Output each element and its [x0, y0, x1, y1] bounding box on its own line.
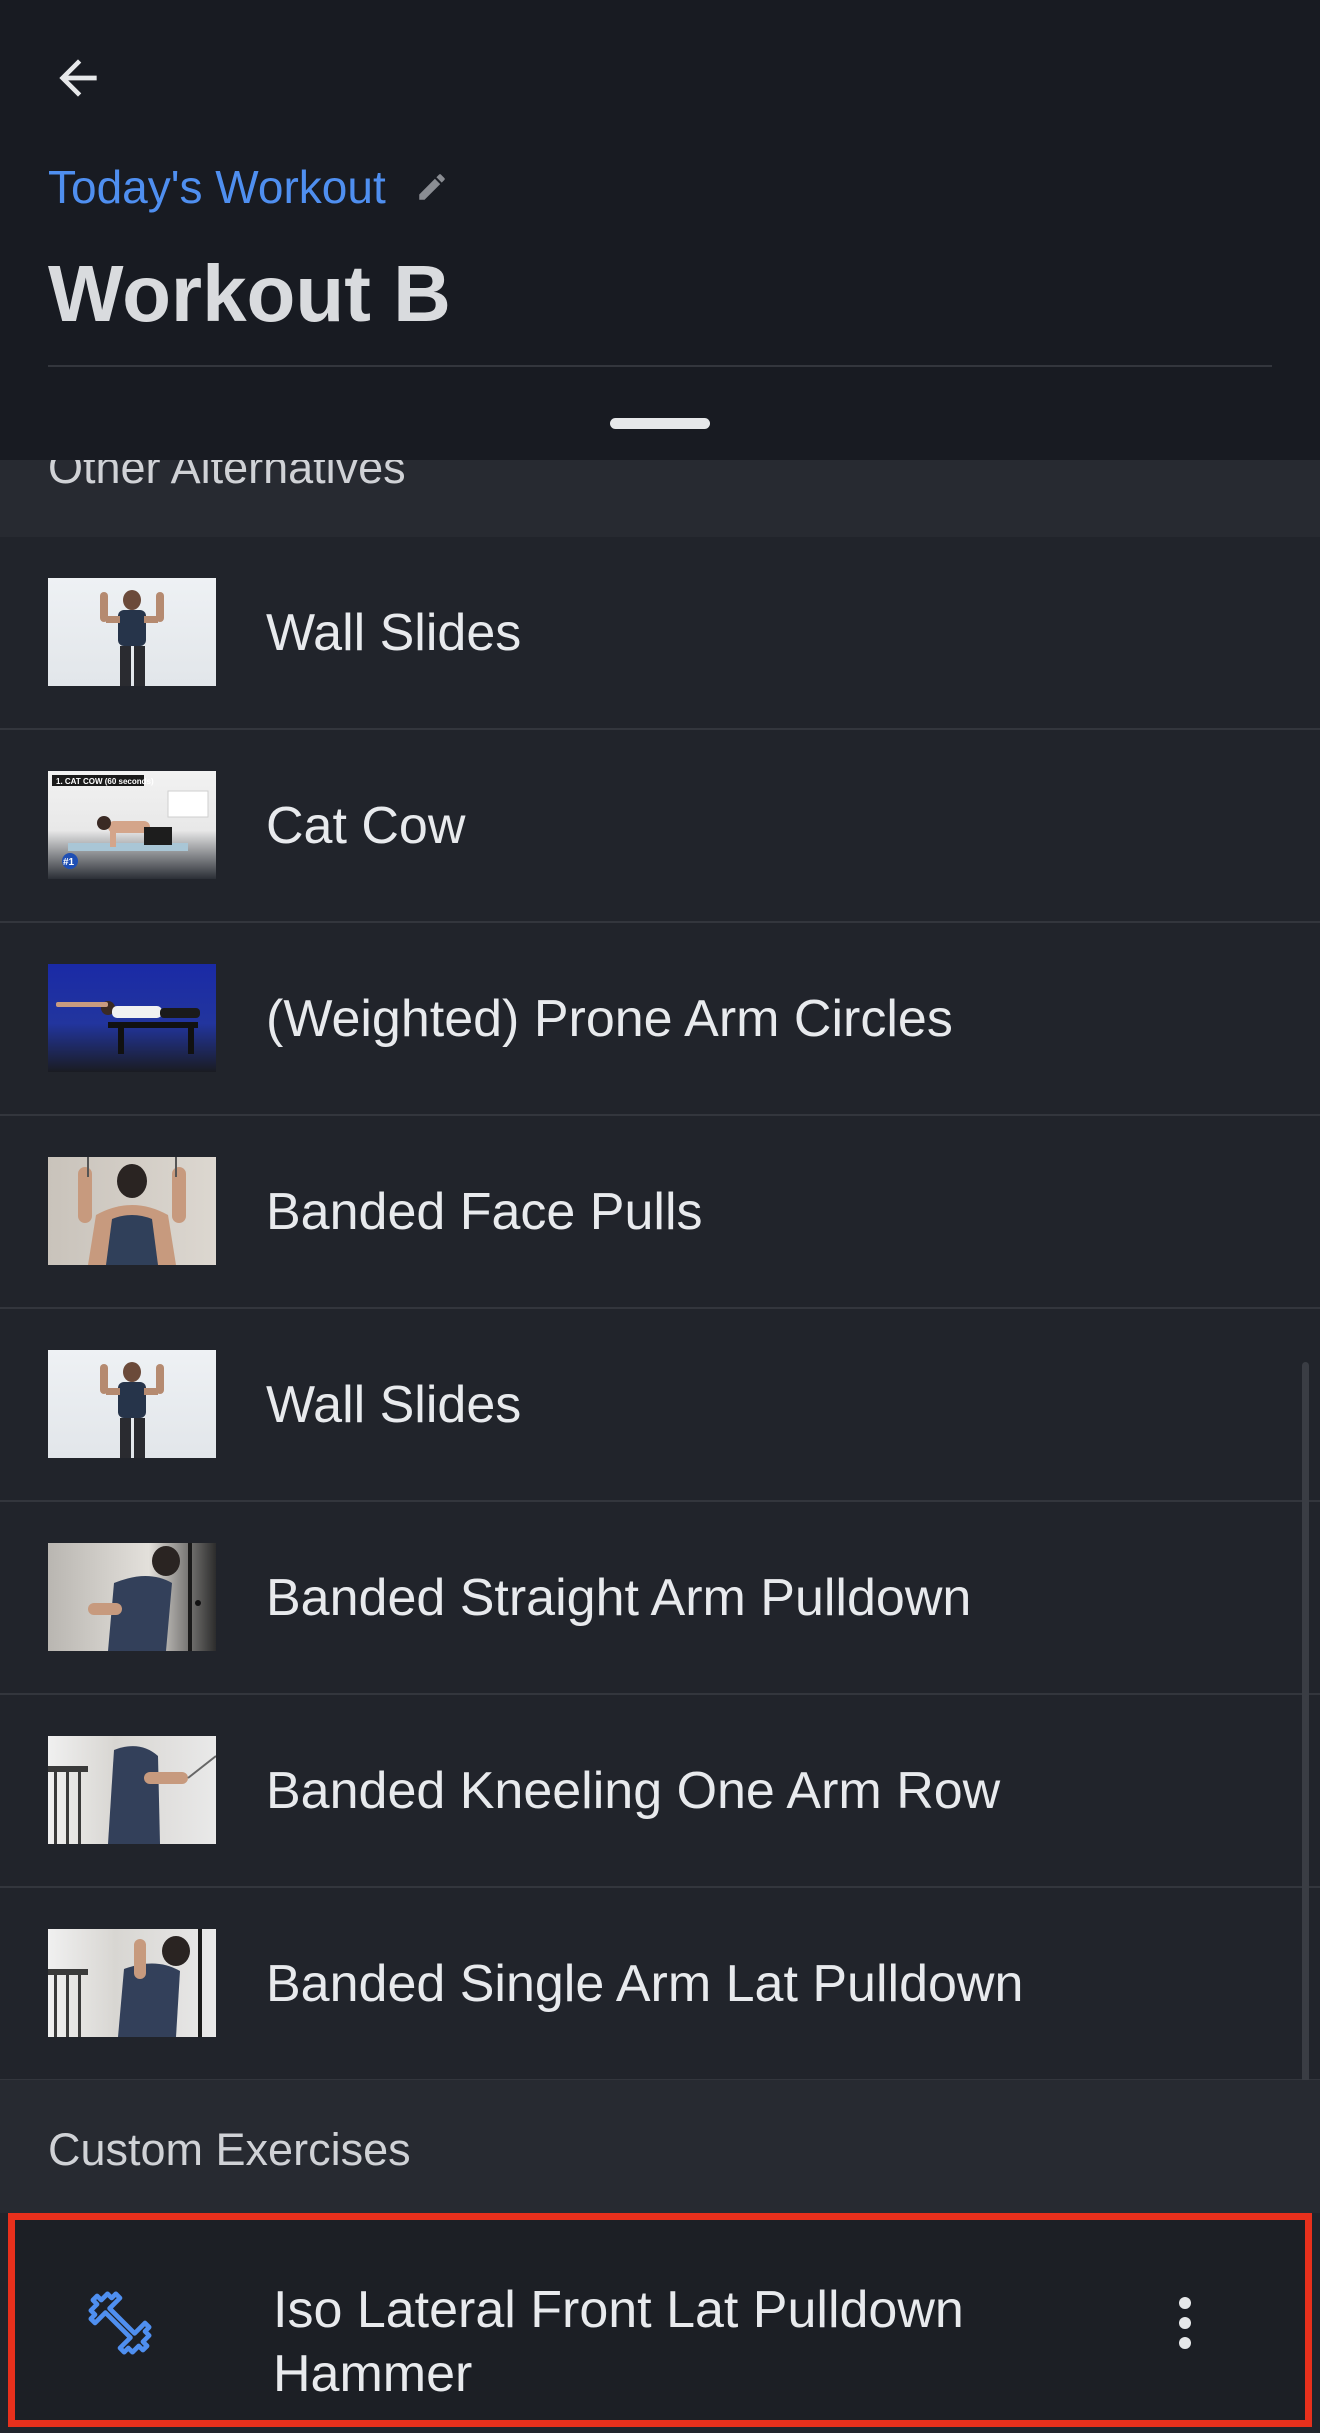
exercise-thumbnail	[48, 578, 216, 686]
page-title: Workout B	[48, 249, 451, 338]
exercise-thumbnail	[48, 1157, 216, 1265]
list-item[interactable]: (Weighted) Prone Arm Circles	[0, 923, 1320, 1116]
exercise-picker-screen: Today's Workout Workout B Other Alternat…	[0, 0, 1320, 2433]
drag-handle[interactable]	[610, 418, 710, 429]
list-item[interactable]: Wall Slides	[0, 1309, 1320, 1502]
list-item[interactable]: Banded Straight Arm Pulldown	[0, 1502, 1320, 1695]
exercise-label: Cat Cow	[266, 796, 466, 855]
list-item[interactable]: Wall Slides	[0, 537, 1320, 730]
custom-exercise-label: Iso Lateral Front Lat Pulldown Hammer	[273, 2281, 964, 2403]
exercise-label: Banded Kneeling One Arm Row	[266, 1761, 1001, 1820]
arrow-left-icon	[59, 59, 97, 97]
section-title-custom: Custom Exercises	[48, 2124, 411, 2175]
exercise-thumbnail	[48, 1736, 216, 1844]
exercise-label: Banded Face Pulls	[266, 1182, 703, 1241]
list-item[interactable]: Banded Kneeling One Arm Row	[0, 1695, 1320, 1888]
thumb-badge: #1	[63, 857, 75, 868]
list-item[interactable]: 1. CAT COW (60 seconds) #1 Cat Cow	[0, 730, 1320, 923]
header-divider	[48, 365, 1272, 367]
back-button[interactable]	[40, 40, 116, 116]
exercise-thumbnail: 1. CAT COW (60 seconds) #1	[48, 771, 216, 879]
more-vertical-icon	[1179, 2297, 1191, 2349]
exercise-label: Banded Straight Arm Pulldown	[266, 1568, 972, 1627]
exercise-label: Wall Slides	[266, 603, 522, 662]
pencil-icon	[419, 174, 445, 200]
exercise-thumbnail	[48, 964, 216, 1072]
header: Today's Workout Workout B	[0, 0, 1320, 460]
exercise-thumbnail	[48, 1929, 216, 2037]
list-item[interactable]: Banded Face Pulls	[0, 1116, 1320, 1309]
exercise-list: Wall Slides 1. CAT COW (60 seconds) #1 C…	[0, 537, 1320, 2081]
exercise-label: Wall Slides	[266, 1375, 522, 1434]
more-options-button[interactable]	[1155, 2278, 1215, 2368]
exercise-label: (Weighted) Prone Arm Circles	[266, 989, 953, 1048]
list-item[interactable]: Banded Single Arm Lat Pulldown	[0, 1888, 1320, 2081]
custom-exercise-item[interactable]: Iso Lateral Front Lat Pulldown Hammer	[8, 2213, 1312, 2427]
exercise-thumbnail	[48, 1350, 216, 1458]
edit-workout-name-button[interactable]	[412, 167, 452, 207]
workout-subtitle[interactable]: Today's Workout	[48, 160, 386, 214]
workout-subtitle-row: Today's Workout	[48, 160, 452, 214]
thumb-caption: 1. CAT COW (60 seconds)	[56, 777, 154, 786]
section-header-custom: Custom Exercises	[0, 2080, 1320, 2213]
exercise-label: Banded Single Arm Lat Pulldown	[266, 1954, 1024, 2013]
exercise-thumbnail	[48, 1543, 216, 1651]
dumbbell-icon	[88, 2291, 152, 2355]
